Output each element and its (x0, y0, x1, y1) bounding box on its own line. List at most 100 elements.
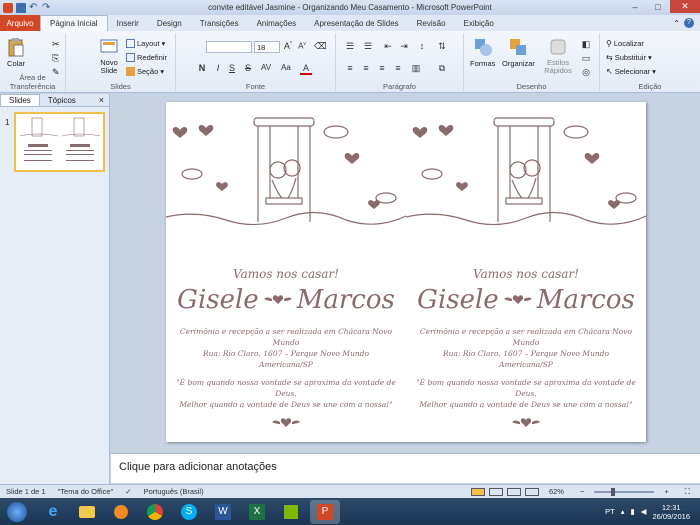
slideshow-icon[interactable] (524, 487, 539, 496)
tab-pagina-inicial[interactable]: Página Inicial (40, 15, 108, 31)
taskbar-skype[interactable]: S (174, 500, 204, 524)
quick-styles-button[interactable]: Estilos Rápidos (540, 37, 576, 75)
start-button[interactable] (0, 500, 34, 524)
clock-time: 12:31 (661, 502, 681, 512)
theme-name[interactable]: "Tema do Office" (52, 487, 120, 496)
cut-button[interactable]: ✂ (52, 39, 60, 50)
group-drawing: Formas Organizar Estilos Rápidos ◧ ▭ ◎ D… (464, 33, 600, 91)
undo-icon[interactable]: ↶ (29, 2, 39, 13)
align-left-button[interactable]: ≡ (344, 63, 356, 73)
language-indicator[interactable]: Português (Brasil) (138, 487, 210, 496)
shape-outline-button[interactable]: ▭ (580, 53, 592, 64)
tab-revisao[interactable]: Revisão (408, 15, 455, 31)
italic-button[interactable]: I (212, 63, 224, 73)
shrink-font-button[interactable]: Av (296, 41, 308, 51)
group-font: 18 A^ Av ⌫ N I S S AV Aa A Fonte (176, 33, 336, 91)
taskbar-media-player[interactable] (106, 500, 136, 524)
normal-view-icon[interactable] (470, 487, 485, 496)
text-direction-button[interactable]: ⇅ (436, 41, 448, 52)
underline-button[interactable]: S (226, 63, 238, 73)
smartart-button[interactable]: ⧉ (436, 63, 448, 74)
taskbar-word[interactable]: W (208, 500, 238, 524)
maximize-button[interactable]: □ (647, 0, 669, 13)
strikethrough-button[interactable]: S (242, 63, 254, 73)
layout-button[interactable]: Layout ▾ (126, 39, 165, 48)
font-size-combo[interactable]: 18 (254, 41, 280, 53)
shape-effects-button[interactable]: ◎ (580, 67, 592, 78)
redo-icon[interactable]: ↷ (42, 2, 52, 13)
group-label-slides: Slides (110, 82, 131, 91)
tab-arquivo[interactable]: Arquivo (0, 15, 40, 31)
decrease-indent-button[interactable]: ⇤ (382, 41, 394, 52)
fit-to-window-icon[interactable]: ⛶ (679, 487, 696, 497)
save-icon[interactable] (16, 2, 26, 13)
powerpoint-app-icon[interactable] (3, 2, 13, 13)
zoom-slider-thumb[interactable] (610, 487, 615, 496)
numbering-button[interactable]: ☰ (362, 41, 374, 52)
reading-view-icon[interactable] (506, 487, 521, 496)
store-icon (284, 504, 298, 519)
line-spacing-button[interactable]: ↕ (416, 41, 428, 51)
section-button[interactable]: Seção ▾ (126, 67, 164, 76)
notes-pane[interactable]: Clique para adicionar anotações (111, 453, 700, 483)
slide-thumbnail[interactable] (14, 112, 105, 172)
tab-inserir[interactable]: Inserir (108, 15, 148, 31)
shapes-button[interactable]: Formas (470, 37, 495, 68)
tab-slides-pane[interactable]: Slides (0, 94, 40, 106)
shape-fill-button[interactable]: ◧ (580, 39, 592, 50)
close-pane-icon[interactable]: × (99, 95, 109, 105)
close-button[interactable]: ✕ (670, 0, 700, 13)
paste-button[interactable]: Colar (6, 37, 26, 68)
increase-indent-button[interactable]: ⇥ (398, 41, 410, 52)
taskbar-internet-explorer[interactable]: e (38, 500, 68, 524)
font-color-button[interactable]: A (300, 63, 312, 75)
columns-button[interactable]: ▥ (410, 63, 422, 74)
language-tray[interactable]: PT (605, 507, 615, 516)
slide-counter: Slide 1 de 1 (6, 487, 46, 496)
help-icon[interactable]: ? (684, 18, 694, 28)
font-name-combo[interactable] (206, 41, 252, 53)
taskbar-chrome[interactable] (140, 500, 170, 524)
slide-sorter-icon[interactable] (488, 487, 503, 496)
tab-exibicao[interactable]: Exibição (455, 15, 503, 31)
grow-font-button[interactable]: A^ (282, 41, 294, 51)
replace-icon: ⇆ (606, 53, 613, 62)
tab-apresentacao[interactable]: Apresentação de Slides (305, 15, 408, 31)
bold-button[interactable]: N (196, 63, 208, 73)
zoom-in-button[interactable]: + (658, 487, 674, 496)
align-right-button[interactable]: ≡ (376, 63, 388, 73)
clock[interactable]: 12:31 26/09/2016 (652, 503, 690, 521)
tab-outline-pane[interactable]: Tópicos (40, 95, 84, 106)
bullets-button[interactable]: ☰ (344, 41, 356, 52)
replace-button[interactable]: ⇆ Substituir ▾ (606, 53, 652, 62)
tab-transicoes[interactable]: Transições (191, 15, 248, 31)
volume-icon[interactable]: ◀ (641, 507, 647, 516)
zoom-slider[interactable] (594, 487, 655, 496)
zoom-level[interactable]: 62% (543, 487, 570, 496)
tab-animacoes[interactable]: Animações (248, 15, 306, 31)
char-spacing-button[interactable]: AV (260, 63, 272, 72)
minimize-ribbon-icon[interactable]: ⌃ (673, 19, 680, 28)
reset-button[interactable]: Redefinir (126, 53, 167, 62)
taskbar-store[interactable] (276, 500, 306, 524)
find-button[interactable]: ⚲ Localizar (606, 39, 644, 48)
taskbar-explorer[interactable] (72, 500, 102, 524)
slide[interactable]: Vamos nos casar! Gisele Marcos Cerimônia… (166, 102, 646, 442)
tab-design[interactable]: Design (148, 15, 191, 31)
spellcheck-icon[interactable]: ✓ (119, 487, 137, 496)
copy-button[interactable]: ⎘ (52, 53, 59, 64)
select-button[interactable]: ↖ Selecionar ▾ (606, 67, 656, 76)
taskbar-powerpoint[interactable]: P (310, 499, 340, 524)
arrange-button[interactable]: Organizar (502, 37, 535, 68)
tray-arrow-icon[interactable]: ▴ (621, 507, 625, 516)
network-icon[interactable]: ▮ (631, 507, 635, 516)
minimize-button[interactable]: – (624, 0, 646, 13)
align-center-button[interactable]: ≡ (360, 63, 372, 73)
taskbar-excel[interactable]: X (242, 500, 272, 524)
zoom-out-button[interactable]: − (574, 487, 590, 496)
change-case-button[interactable]: Aa (280, 63, 292, 72)
justify-button[interactable]: ≡ (392, 63, 404, 73)
clear-format-button[interactable]: ⌫ (314, 41, 327, 52)
internet-explorer-icon: e (48, 502, 58, 520)
new-slide-button[interactable]: Novo Slide (96, 37, 122, 75)
